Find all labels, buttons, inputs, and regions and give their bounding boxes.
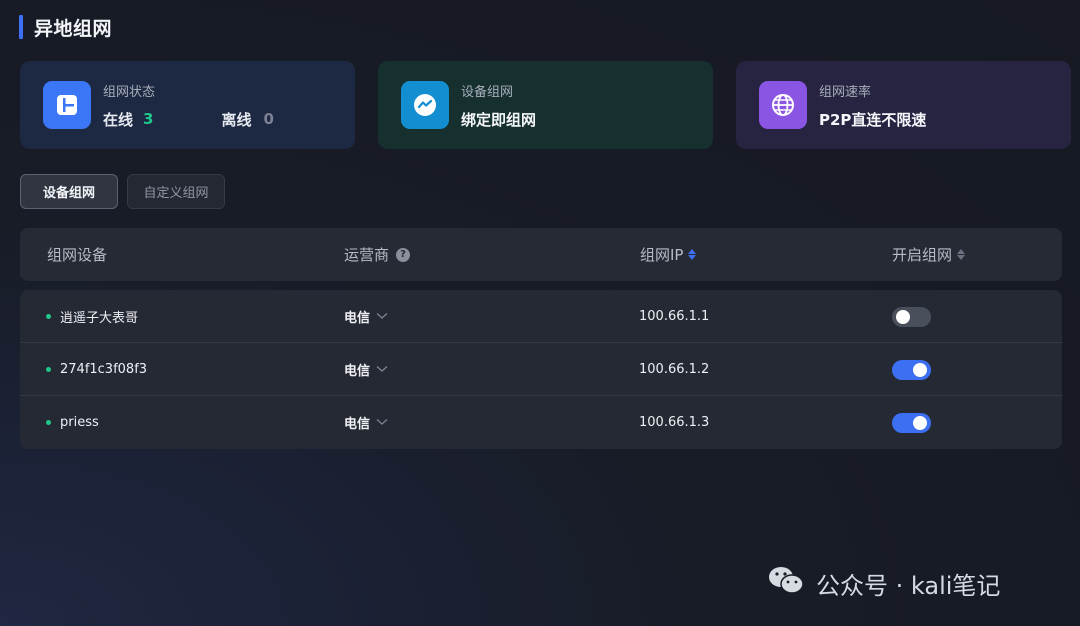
- tab-device-network[interactable]: 设备组网: [20, 174, 118, 209]
- table-row: 逍遥子大表哥 电信 100.66.1.1: [20, 290, 1062, 343]
- device-name: 逍遥子大表哥: [60, 311, 139, 326]
- isp-value: 电信: [344, 311, 371, 326]
- isp-select[interactable]: 电信: [344, 343, 388, 396]
- isp-select[interactable]: 电信: [344, 290, 388, 343]
- sort-icon[interactable]: [957, 249, 966, 260]
- table-row: 274f1c3f08f3 电信 100.66.1.2: [20, 343, 1062, 396]
- online-status-dot: [46, 420, 51, 425]
- chevron-down-icon: [376, 310, 388, 323]
- watermark: 公众号 · kali笔记: [766, 563, 1000, 603]
- page-header: 异地组网: [19, 15, 113, 40]
- page-title: 异地组网: [34, 17, 113, 40]
- card-label: 组网速率: [819, 84, 872, 100]
- column-header-label: 运营商: [344, 246, 390, 264]
- ip-cell: 100.66.1.1: [639, 309, 710, 324]
- card-value: 绑定即组网: [461, 110, 537, 129]
- card-value: P2P直连不限速: [819, 110, 927, 129]
- column-header-isp: 运营商 ?: [344, 228, 411, 281]
- device-name: priess: [60, 415, 99, 430]
- globe-icon: [759, 81, 807, 129]
- watermark-text: 公众号 · kali笔记: [816, 571, 1001, 600]
- isp-value: 电信: [344, 417, 371, 432]
- table-header: 组网设备 运营商 ? 组网IP 开启组网: [20, 228, 1062, 281]
- online-label: 在线: [103, 110, 134, 129]
- network-toggle[interactable]: [892, 306, 931, 327]
- column-header-label: 开启组网: [892, 246, 953, 264]
- question-icon[interactable]: ?: [396, 247, 411, 262]
- chevron-down-icon: [376, 363, 388, 376]
- isp-select[interactable]: 电信: [344, 396, 388, 449]
- online-count: 3: [143, 110, 154, 128]
- device-name-cell: 逍遥子大表哥: [46, 290, 138, 343]
- offline-label: 离线: [221, 110, 252, 129]
- column-header-label: 组网IP: [640, 246, 684, 264]
- ip-cell: 100.66.1.2: [639, 362, 710, 377]
- isp-value: 电信: [344, 364, 371, 379]
- column-header-label: 组网设备: [47, 246, 108, 264]
- device-name-cell: priess: [46, 396, 99, 449]
- offline-count: 0: [263, 110, 274, 128]
- tab-custom-network[interactable]: 自定义组网: [127, 174, 225, 209]
- table-row: priess 电信 100.66.1.3: [20, 396, 1062, 449]
- chevron-down-icon: [376, 416, 388, 429]
- network-toggle[interactable]: [892, 412, 931, 433]
- title-accent-bar: [19, 15, 23, 39]
- device-name: 274f1c3f08f3: [60, 362, 148, 377]
- card-label: 组网状态: [103, 84, 156, 100]
- sort-icon[interactable]: [688, 249, 697, 260]
- device-network-card: 设备组网 绑定即组网: [378, 61, 713, 149]
- online-status-dot: [46, 367, 51, 372]
- network-speed-card: 组网速率 P2P直连不限速: [736, 61, 1071, 149]
- column-header-enable[interactable]: 开启组网: [892, 228, 966, 281]
- card-label: 设备组网: [461, 84, 514, 100]
- column-header-ip[interactable]: 组网IP: [640, 228, 697, 281]
- network-toggle[interactable]: [892, 359, 931, 380]
- chat-bubble-icon: [401, 81, 449, 129]
- layout-icon: [43, 81, 91, 129]
- device-name-cell: 274f1c3f08f3: [46, 343, 147, 396]
- device-table: 逍遥子大表哥 电信 100.66.1.1 274f1c3f08f3 电信 100…: [20, 290, 1062, 449]
- online-status-dot: [46, 314, 51, 319]
- wechat-icon: [766, 564, 806, 602]
- column-header-device: 组网设备: [47, 228, 107, 281]
- ip-cell: 100.66.1.3: [639, 415, 710, 430]
- network-status-card: 组网状态 在线 3 离线 0: [20, 61, 355, 149]
